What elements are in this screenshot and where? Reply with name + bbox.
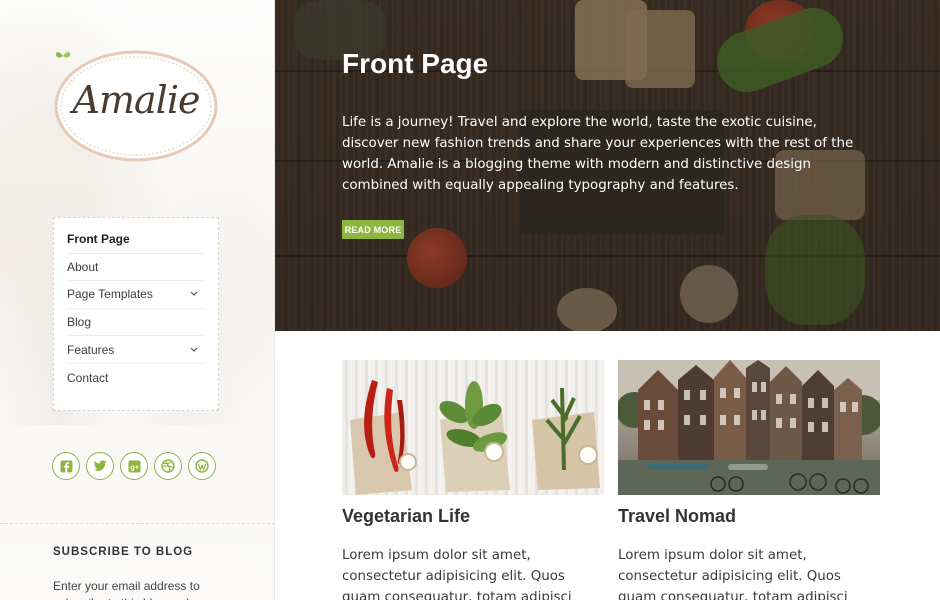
menu-item-label: Front Page	[67, 232, 130, 247]
menu-item-contact[interactable]: Contact	[67, 364, 205, 392]
menu-item-features[interactable]: Features	[67, 336, 205, 364]
hero-description: Life is a journey! Travel and explore th…	[342, 115, 854, 193]
facebook-icon[interactable]	[52, 452, 80, 480]
hero-title: Front Page	[342, 48, 489, 79]
svg-text:g+: g+	[130, 462, 140, 471]
post-excerpt: Lorem ipsum dolor sit amet, consectetur …	[618, 548, 848, 600]
logo-text: Amalie	[72, 78, 201, 122]
wordpress-icon[interactable]	[188, 452, 216, 480]
hero-background-tomato	[407, 228, 467, 288]
butterfly-icon	[55, 52, 71, 58]
post-title[interactable]: Vegetarian Life	[342, 506, 470, 527]
hero-banner: Front Page Life is a journey! Travel and…	[275, 0, 940, 331]
hero-background-herbs	[765, 215, 865, 325]
post-thumbnail-amsterdam[interactable]	[618, 360, 880, 495]
vegetables-illustration	[350, 380, 600, 495]
menu-item-blog[interactable]: Blog	[67, 309, 205, 337]
main-menu: Front Page About Page Templates Blog Fea…	[53, 217, 219, 411]
hero-background-bread	[625, 10, 695, 88]
post-card: Vegetarian Life Lorem ipsum dolor sit am…	[342, 360, 604, 600]
menu-item-label: Blog	[67, 315, 92, 330]
menu-item-label: Features	[67, 342, 115, 357]
chevron-down-icon[interactable]	[189, 345, 199, 355]
post-card: Travel Nomad Lorem ipsum dolor sit amet,…	[618, 360, 880, 600]
menu-item-label: About	[67, 259, 99, 274]
hero-background-onion	[680, 265, 738, 323]
social-links: g+	[52, 452, 216, 480]
dribbble-icon[interactable]	[154, 452, 182, 480]
site-logo[interactable]: Amalie	[54, 50, 218, 162]
google-plus-icon[interactable]: g+	[120, 452, 148, 480]
subscribe-description: Enter your email address to subscribe to…	[53, 579, 200, 600]
hero-background-onion	[557, 288, 617, 331]
menu-item-front-page[interactable]: Front Page	[67, 226, 205, 254]
read-more-button[interactable]: READ MORE	[342, 220, 404, 239]
post-thumbnail-vegetables[interactable]	[342, 360, 604, 495]
canal-houses-illustration	[618, 360, 880, 495]
sidebar: Amalie Front Page About Page Templates B…	[0, 0, 275, 600]
post-title[interactable]: Travel Nomad	[618, 506, 736, 527]
subscribe-heading: SUBSCRIBE TO BLOG	[53, 546, 194, 558]
post-excerpt: Lorem ipsum dolor sit amet, consectetur …	[342, 548, 572, 600]
menu-item-about[interactable]: About	[67, 254, 205, 282]
menu-item-label: Contact	[67, 370, 109, 385]
twitter-icon[interactable]	[86, 452, 114, 480]
chevron-down-icon[interactable]	[189, 289, 199, 299]
menu-item-label: Page Templates	[67, 287, 153, 302]
sidebar-divider	[0, 523, 274, 524]
menu-item-page-templates[interactable]: Page Templates	[67, 281, 205, 309]
